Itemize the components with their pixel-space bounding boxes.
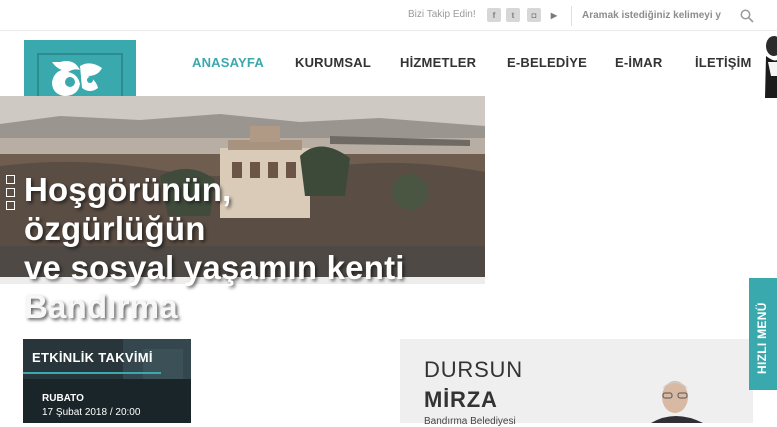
- event-name[interactable]: RUBATO: [42, 393, 84, 404]
- instagram-icon[interactable]: ◘: [527, 8, 541, 22]
- hero-line-1: Hoşgörünün,: [24, 171, 232, 208]
- slide-dot[interactable]: [6, 201, 15, 210]
- divider: [571, 6, 572, 26]
- events-divider: [23, 372, 161, 374]
- mayor-first-name: DURSUN: [424, 357, 523, 382]
- nav-hizmetler[interactable]: HİZMETLER: [400, 55, 476, 70]
- mayor-role: Bandırma Belediyesi: [424, 416, 516, 427]
- nav-kurumsal[interactable]: KURUMSAL: [295, 55, 371, 70]
- hero-city: Bandırma: [24, 288, 178, 325]
- slide-indicators: [6, 175, 15, 214]
- follow-label: Bizi Takip Edin!: [408, 9, 476, 20]
- hero-title: Hoşgörünün, özgürlüğün ve sosyal yaşamın…: [24, 170, 405, 326]
- nav-iletisim[interactable]: İLETİŞİM: [695, 55, 752, 70]
- quick-menu-label: HIZLI MENÜ: [755, 302, 769, 374]
- nav-e-imar[interactable]: E-İMAR: [615, 55, 662, 70]
- event-date: 17 Şubat 2018 / 20:00: [42, 407, 141, 418]
- hero-line-2: özgürlüğün: [24, 210, 206, 247]
- portrait-image: [765, 36, 777, 98]
- slide-dot[interactable]: [6, 175, 15, 184]
- search-icon[interactable]: [740, 9, 754, 23]
- search-input[interactable]: [582, 7, 742, 23]
- nav-anasayfa[interactable]: ANASAYFA: [192, 55, 264, 70]
- slide-dot[interactable]: [6, 188, 15, 197]
- mayor-photo: [651, 381, 703, 423]
- mayor-last-name: MİRZA: [424, 387, 498, 412]
- mayor-card[interactable]: DURSUN MİRZA Bandırma Belediyesi: [400, 339, 753, 427]
- events-title: ETKİNLİK TAKVİMİ: [32, 350, 153, 365]
- top-bar: Bizi Takip Edin! f t ◘ ▶: [0, 0, 777, 31]
- nav-e-belediye[interactable]: E-BELEDİYE: [507, 55, 587, 70]
- facebook-icon[interactable]: f: [487, 8, 501, 22]
- youtube-icon[interactable]: ▶: [547, 8, 561, 22]
- twitter-icon[interactable]: t: [506, 8, 520, 22]
- hero-line-3: ve sosyal yaşamın kenti: [24, 249, 405, 286]
- quick-menu-tab[interactable]: HIZLI MENÜ: [749, 278, 777, 390]
